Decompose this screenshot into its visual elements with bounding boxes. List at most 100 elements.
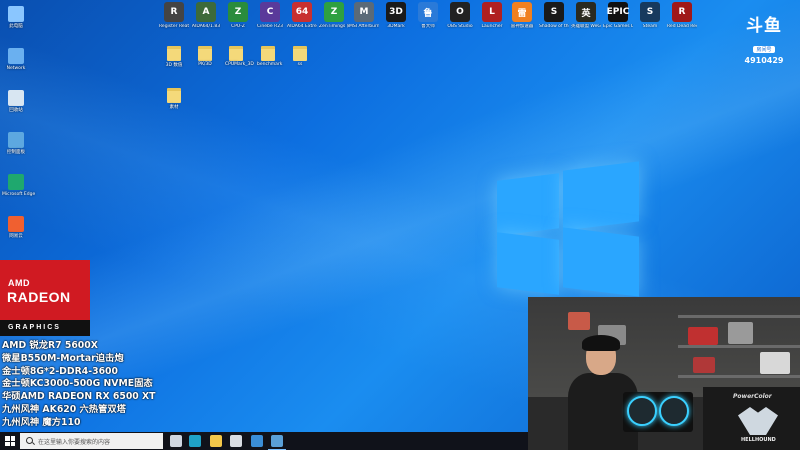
computer-icon — [8, 6, 24, 22]
control-panel-icon — [8, 132, 24, 148]
spec-line: 微星B550M-Mortar迫击炮 — [2, 352, 124, 364]
taskbar-search[interactable]: 在这里输入你要搜索的内容 — [20, 433, 163, 449]
desktop-icon-label: 雷神加速器 — [510, 24, 534, 29]
app-icon — [8, 216, 24, 232]
desktop-icon[interactable]: S Shadow of the Tom... — [539, 2, 569, 30]
desktop-icon-label: Steam — [642, 24, 658, 29]
folder-icon[interactable]: PK/3D — [194, 46, 216, 67]
desktop-icon[interactable]: Network — [2, 48, 30, 72]
room-label: 房间号 — [753, 46, 775, 53]
desktop-icon[interactable]: 网易云 — [2, 216, 30, 240]
folder-label: benchmark — [257, 62, 283, 67]
steam-icon[interactable] — [268, 435, 286, 450]
desktop-icon-label: 回收站 — [9, 108, 23, 113]
desktop-icon[interactable]: 3D 3DMark — [381, 2, 411, 30]
desktop-icon-label: 控制面板 — [7, 150, 25, 155]
desktop-icon[interactable]: C Cinebe R23 — [255, 2, 285, 30]
desktop-icon[interactable]: Z CPU-Z — [223, 2, 253, 30]
box-model: HELLHOUND — [741, 437, 776, 443]
desktop-icon-label: AIDA64/1.83 — [191, 24, 221, 29]
folder-icon — [229, 46, 243, 61]
taskbar: 在这里输入你要搜索的内容 — [0, 432, 528, 450]
spec-line: 金士顿KC3000-500G NVME固态 — [2, 378, 153, 390]
edge-icon[interactable] — [189, 435, 201, 447]
cinebench-icon: C — [260, 2, 280, 22]
desktop-icon[interactable]: 回收站 — [2, 90, 30, 114]
desktop-icon[interactable]: M MSI Afterburner — [349, 2, 379, 30]
desktop-icon[interactable]: A AIDA64/1.83 — [191, 2, 221, 30]
desktop-icon[interactable]: 英英雄联盟 WeGame版 — [571, 2, 601, 30]
desktop-icon[interactable]: R Red Dead Redempti... — [667, 2, 697, 30]
desktop-icon-label: Register Reatools — [159, 24, 189, 29]
search-icon — [26, 437, 33, 444]
desktop-icon-label: MSI Afterburner — [349, 24, 379, 29]
start-button[interactable] — [5, 436, 15, 446]
tomb-raider-icon: S — [544, 2, 564, 22]
folder-icon — [198, 46, 212, 61]
desktop-icon[interactable]: O OBS Studio — [445, 2, 475, 30]
search-placeholder: 在这里输入你要搜索的内容 — [38, 439, 111, 446]
folder-icon — [167, 46, 181, 61]
folder-icon[interactable]: CPUMark_3D — [225, 46, 254, 67]
desktop-icon-label: Launcher — [481, 24, 503, 29]
amd-brand: AMD — [8, 278, 30, 288]
folder-icon[interactable]: 3D 数值 — [163, 46, 185, 68]
amd-radeon-badge: AMD RADEON GRAPHICS — [0, 260, 90, 336]
aida-icon: A — [196, 2, 216, 22]
folder-icon — [293, 46, 307, 61]
3dmark-icon: 3D — [386, 2, 406, 22]
desktop-icon-label: 英雄联盟 WeGame版 — [571, 24, 601, 29]
desktop-icon[interactable]: R Register Reatools — [159, 2, 189, 30]
rdr2-icon: R — [672, 2, 692, 22]
folder-icon[interactable]: benchmark — [257, 46, 283, 67]
edge-icon — [8, 174, 24, 190]
obs-icon: O — [450, 2, 470, 22]
desktop-icon[interactable]: 鲁鲁大师 — [413, 2, 443, 30]
wolf-logo-icon — [738, 407, 778, 435]
windows-logo — [497, 160, 642, 297]
store-icon[interactable] — [230, 435, 242, 447]
task-view-icon[interactable] — [170, 435, 182, 447]
network-icon — [8, 48, 24, 64]
desktop-icon-label: Red Dead Redempti... — [667, 24, 697, 29]
register-icon: R — [164, 2, 184, 22]
desktop-icon[interactable]: Microsoft Edge — [2, 174, 36, 198]
file-explorer-icon[interactable] — [210, 435, 222, 447]
folder-label: PK/3D — [198, 62, 212, 67]
folder-icon[interactable]: 素材 — [163, 88, 185, 110]
hardware-specs: AMD 锐龙R7 5600X 微星B550M-Mortar迫击炮 金士顿8G*2… — [2, 340, 156, 430]
folder-label: CPUMark_3D — [225, 62, 254, 67]
desktop-icon[interactable]: 64 AIDA64 Extreme — [287, 2, 317, 30]
desktop-icon-label: ZenTimings 同学会 — [319, 24, 349, 29]
douyu-logo: 斗鱼 — [746, 16, 782, 36]
desktop-icon-label: Microsoft Edge — [2, 192, 36, 197]
desktop-icon[interactable]: 控制面板 — [2, 132, 30, 156]
aida64-icon: 64 — [292, 2, 312, 22]
room-number: 4910429 — [744, 56, 784, 65]
mail-icon[interactable] — [251, 435, 263, 447]
desktop-icon-label: 鲁大师 — [421, 24, 435, 29]
desktop-icon-label: Shadow of the Tom... — [539, 24, 569, 29]
desktop-icon-label: 3DMark — [387, 24, 405, 29]
folder-label: 3D 数值 — [165, 63, 183, 68]
desktop-icon[interactable]: EPIC Epic Games Launcher — [603, 2, 633, 30]
graphics-text: GRAPHICS — [0, 320, 90, 336]
desktop-icon[interactable]: 此电脑 — [2, 6, 30, 30]
desktop-icon-label: 此电脑 — [9, 24, 23, 29]
desktop-icon[interactable]: Z ZenTimings 同学会 — [319, 2, 349, 30]
spec-line: AMD 锐龙R7 5600X — [2, 340, 98, 351]
desktop-icon[interactable]: L Launcher — [477, 2, 507, 30]
desktop-icon[interactable]: 雷雷神加速器 — [507, 2, 537, 30]
folder-icon — [261, 46, 275, 61]
graphics-card — [623, 392, 693, 432]
launcher-icon: L — [482, 2, 502, 22]
desktop-icon[interactable]: S Steam — [635, 2, 665, 30]
spec-line: 华硕AMD RADEON RX 6500 XT — [2, 391, 156, 403]
desktop-icon-label: Network — [6, 66, 26, 71]
desktop-icon-label: Cinebe R23 — [257, 24, 283, 29]
cpuz-icon: Z — [228, 2, 248, 22]
desktop-icon-label: OBS Studio — [447, 24, 473, 29]
folder-icon[interactable]: ss — [289, 46, 311, 67]
folder-label: 素材 — [169, 105, 179, 110]
spec-line: 九州风神 AK620 六热管双塔 — [2, 403, 126, 415]
